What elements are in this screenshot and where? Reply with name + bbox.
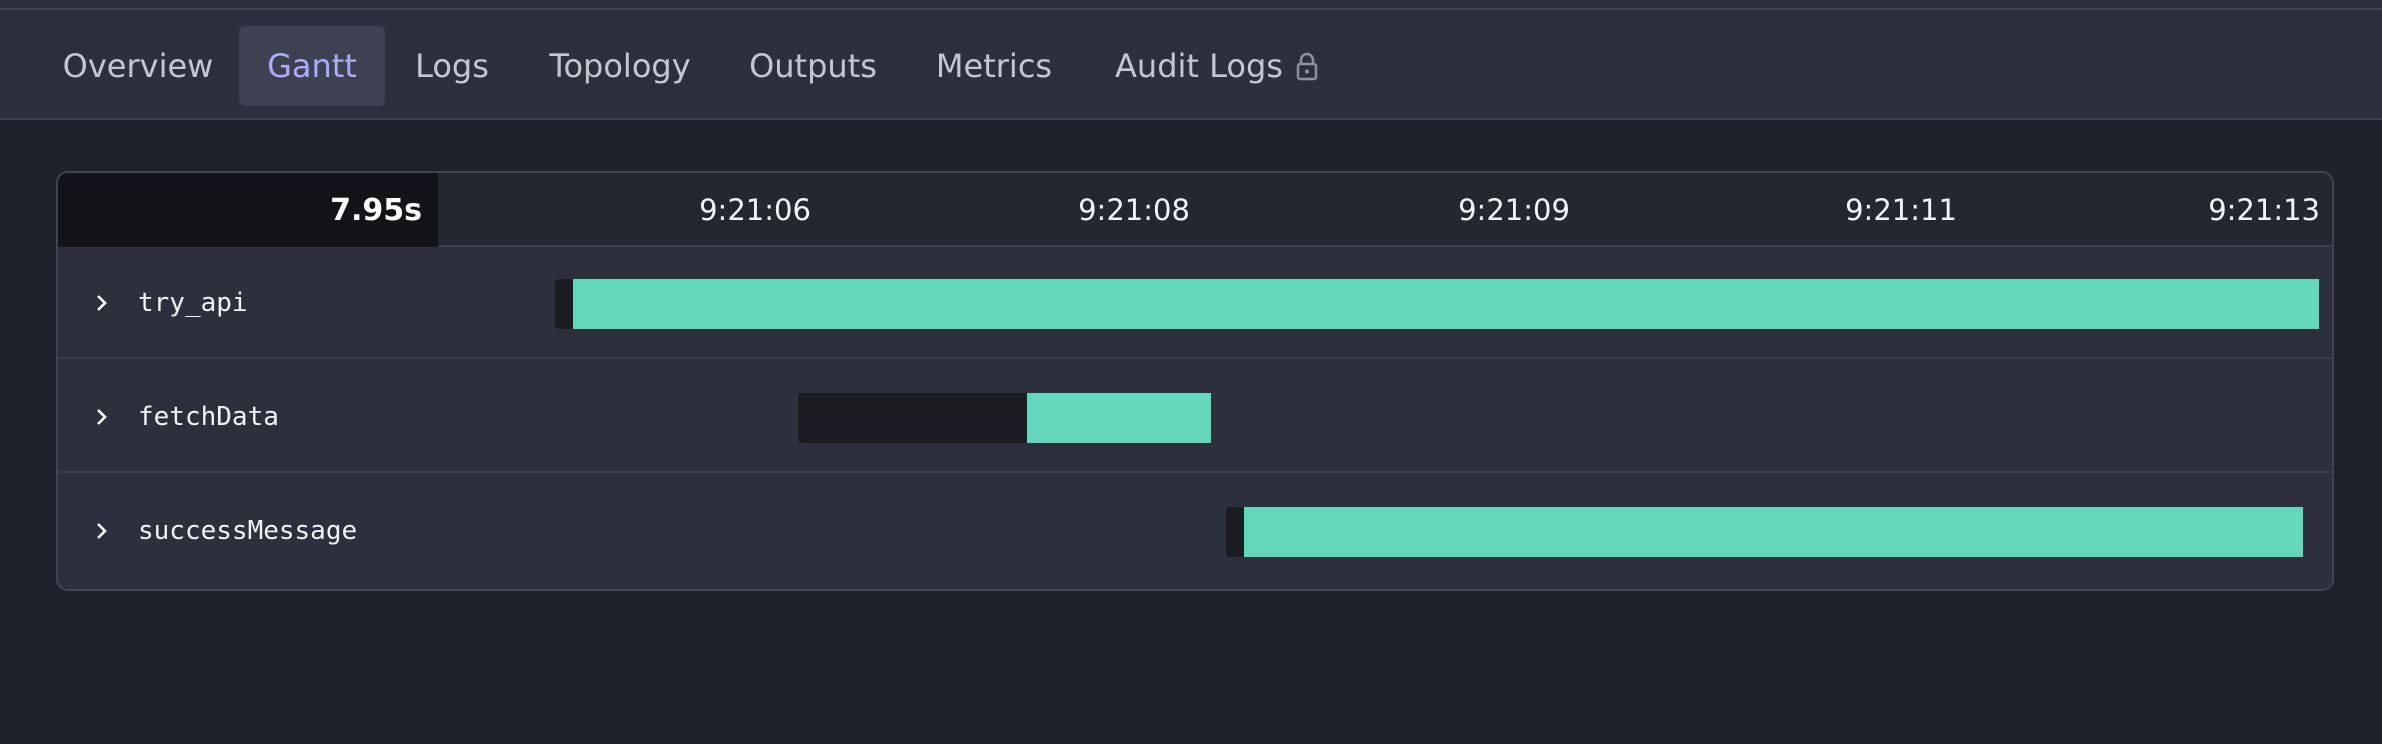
- tab-gantt[interactable]: Gantt: [239, 26, 385, 106]
- tab-label: Overview: [62, 47, 214, 85]
- tab-label: Logs: [415, 47, 489, 85]
- tab-overview[interactable]: Overview: [50, 26, 226, 106]
- tab-audit-logs[interactable]: Audit Logs: [1104, 26, 1330, 106]
- gantt-row-fetchdata[interactable]: fetchData: [58, 361, 2332, 473]
- tab-topology[interactable]: Topology: [540, 26, 700, 106]
- gantt-row-successmessage[interactable]: successMessage: [58, 475, 2332, 587]
- tab-logs[interactable]: Logs: [402, 26, 502, 106]
- tab-label: Outputs: [749, 47, 877, 85]
- chevron-right-icon[interactable]: [82, 397, 122, 437]
- task-name: try_api: [138, 288, 248, 318]
- total-duration: 7.95s: [58, 173, 438, 247]
- tab-outputs[interactable]: Outputs: [740, 26, 886, 106]
- timeline-tick: 9:21:06: [699, 193, 811, 227]
- chevron-right-icon[interactable]: [82, 283, 122, 323]
- task-run-bar[interactable]: [1027, 393, 1211, 443]
- timeline-tick: 9:21:09: [1458, 193, 1570, 227]
- task-run-bar[interactable]: [1244, 507, 2303, 557]
- tab-label: Gantt: [267, 47, 357, 85]
- tab-label: Topology: [549, 47, 691, 85]
- lock-icon: [1295, 51, 1319, 81]
- task-wait-bar: [555, 279, 575, 329]
- gantt-chart: 7.95s 9:21:06 9:21:08 9:21:09 9:21:11 9:…: [56, 171, 2334, 591]
- tab-label: Metrics: [935, 47, 1053, 85]
- gantt-timeline-header: 7.95s 9:21:06 9:21:08 9:21:09 9:21:11 9:…: [58, 173, 2332, 247]
- total-duration-value: 7.95s: [330, 192, 422, 228]
- timeline-tick: 9:21:11: [1845, 193, 1957, 227]
- task-wait-bar: [1226, 507, 1246, 557]
- tab-metrics[interactable]: Metrics: [924, 26, 1064, 106]
- chevron-right-icon[interactable]: [82, 511, 122, 551]
- gantt-row-try-api[interactable]: try_api: [58, 247, 2332, 359]
- tab-label: Audit Logs: [1115, 47, 1283, 85]
- task-name: fetchData: [138, 402, 279, 432]
- task-wait-bar: [798, 393, 1028, 443]
- tab-bar: Overview Gantt Logs Topology Outputs Met…: [0, 10, 2382, 120]
- timeline-tick: 9:21:13: [2208, 193, 2320, 227]
- timeline-tick: 9:21:08: [1078, 193, 1190, 227]
- task-run-bar[interactable]: [573, 279, 2319, 329]
- task-name: successMessage: [138, 516, 358, 546]
- top-border: [0, 0, 2382, 10]
